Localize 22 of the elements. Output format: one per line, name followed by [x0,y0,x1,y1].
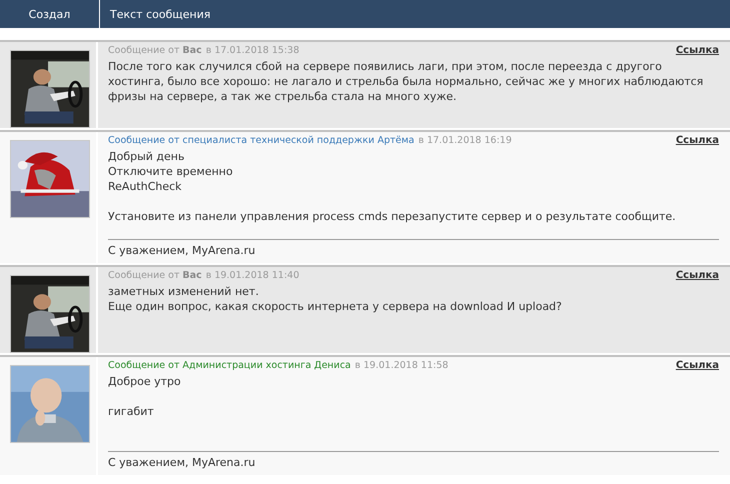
signature: С уважением, MyArena.ru [108,239,719,263]
message-date: в 17.01.2018 16:19 [418,135,512,146]
message-date: в 19.01.2018 11:40 [206,270,300,281]
message-author: Сообщение от Вас [108,45,202,56]
message-author: Сообщение от Администрации хостинга Дениса [108,360,351,371]
message-text: гигабит [108,404,155,419]
message-date: в 17.01.2018 15:38 [206,45,300,56]
permalink[interactable]: Ссылка [676,135,719,146]
column-header: Создал [0,0,100,28]
signature: С уважением, MyArena.ru [108,451,719,475]
permalink[interactable]: Ссылка [676,270,719,281]
message-text: заметных изменений нет. Еще один вопрос, какая скорость интернета у сервера на download И upload? [108,284,563,314]
permalink[interactable]: Ссылка [676,45,719,56]
message-text: После того как случился сбой на сервере появились лаги, при этом, после переезда с другого хостинга, было все хорошо: не лагало и стрельба была нормально, сейчас же у многих наблюдаются фризы на сервере, а так же стрельба стала на много хуже. [108,59,704,104]
message-text: Доброе утро [108,374,182,389]
message-text: Добрый день Отключите временно ReAuthCheck [108,149,234,194]
permalink[interactable]: Ссылка [676,360,719,371]
message-date: в 19.01.2018 11:58 [354,360,448,371]
message-author: Сообщение от специалиста технической поддержки Артёма [108,135,414,146]
column-header: Текст сообщения [109,6,212,22]
message-author: Сообщение от Вас [108,270,202,281]
message-text: Установите из панели управления process cmds перезапустите сервер и о результате сообщите. [108,209,677,224]
